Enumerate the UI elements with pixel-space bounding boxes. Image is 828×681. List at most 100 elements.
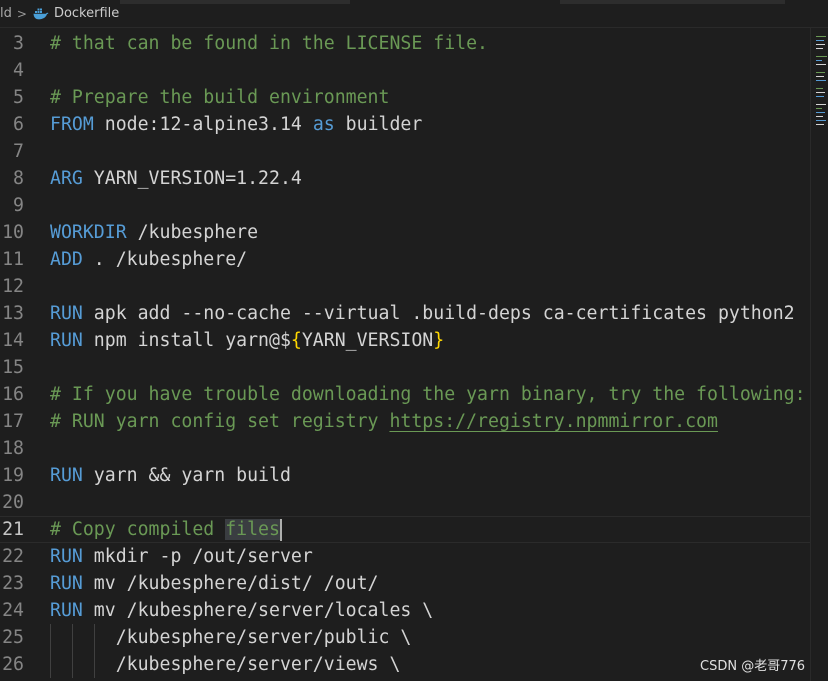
comment: # RUN yarn config set registry: [50, 411, 390, 432]
code-line[interactable]: 8 ARG YARN_VERSION=1.22.4: [0, 165, 810, 192]
breadcrumb-parent-folder[interactable]: ld: [0, 6, 12, 21]
minimap-line: [816, 72, 825, 73]
comment: # that can be found in the LICENSE file.: [50, 33, 488, 54]
indent-guide: [94, 651, 95, 678]
line-number: 21: [2, 519, 24, 540]
code-line[interactable]: 14 RUN npm install yarn@${YARN_VERSION}: [0, 327, 810, 354]
code-token: node:12-alpine3.14: [93, 114, 313, 135]
line-number: 8: [13, 168, 24, 189]
code-token: npm install yarn@$: [82, 330, 291, 351]
code-line[interactable]: 12: [0, 273, 810, 300]
code-token: YARN_VERSION: [301, 330, 434, 351]
selected-text: files: [225, 519, 280, 540]
code-token: mkdir -p /out/server: [82, 546, 313, 567]
line-number: 23: [2, 573, 24, 594]
line-number: 11: [2, 249, 24, 270]
code-text: RUN mv /kubesphere/server/locales \: [50, 597, 433, 624]
minimap-line: [816, 96, 824, 97]
minimap-line: [816, 112, 825, 113]
code-text: RUN npm install yarn@${YARN_VERSION}: [50, 327, 444, 354]
code-line[interactable]: 4: [0, 57, 810, 84]
url-link[interactable]: https://registry.npmmirror.com: [389, 411, 718, 432]
minimap-line: [816, 40, 824, 41]
line-number: 17: [2, 411, 24, 432]
line-number: 18: [2, 438, 24, 459]
keyword: RUN: [50, 303, 83, 324]
code-text: RUN mv /kubesphere/dist/ /out/: [50, 570, 379, 597]
watermark: CSDN @老哥776: [700, 659, 806, 674]
code-line[interactable]: 22 RUN mkdir -p /out/server: [0, 543, 810, 570]
code-token: builder: [334, 114, 423, 135]
line-number: 25: [2, 627, 24, 648]
line-number: 4: [13, 60, 24, 81]
keyword: RUN: [50, 600, 83, 621]
code-editor[interactable]: 3 # that can be found in the LICENSE file…: [0, 28, 810, 681]
line-number: 20: [2, 492, 24, 513]
code-line[interactable]: 21 # Copy compiled files: [0, 516, 810, 543]
code-token: /kubesphere/server/views \: [50, 654, 401, 675]
minimap-line: [816, 44, 825, 45]
code-token: mv /kubesphere/server/locales \: [82, 600, 434, 621]
tab-strip-edge: [120, 0, 350, 4]
line-number: 15: [2, 357, 24, 378]
line-number: 22: [2, 546, 24, 567]
minimap-line: [816, 64, 826, 65]
code-line[interactable]: 17 # RUN yarn config set registry https:/…: [0, 408, 810, 435]
code-token: /kubesphere/server/public \: [50, 627, 412, 648]
bracket: }: [433, 330, 445, 351]
minimap-line: [816, 60, 822, 61]
code-line[interactable]: 3 # that can be found in the LICENSE file…: [0, 30, 810, 57]
bracket: {: [290, 330, 302, 351]
minimap-line: [816, 48, 823, 49]
code-text: # that can be found in the LICENSE file.: [50, 30, 488, 57]
minimap-line: [816, 124, 824, 125]
comment: # Prepare the build environment: [50, 87, 390, 108]
code-text: # RUN yarn config set registry https://r…: [50, 408, 718, 435]
code-text: # Copy compiled files: [50, 517, 282, 542]
keyword: RUN: [50, 330, 83, 351]
code-line[interactable]: 24 RUN mv /kubesphere/server/locales \: [0, 597, 810, 624]
line-number: 26: [2, 654, 24, 675]
code-text: FROM node:12-alpine3.14 as builder: [50, 111, 422, 138]
text-cursor: [279, 519, 282, 541]
code-line[interactable]: 11 ADD . /kubesphere/: [0, 246, 810, 273]
line-number: 12: [2, 276, 24, 297]
code-line[interactable]: 23 RUN mv /kubesphere/dist/ /out/: [0, 570, 810, 597]
code-line[interactable]: 5 # Prepare the build environment: [0, 84, 810, 111]
code-line[interactable]: 7: [0, 138, 810, 165]
minimap-line: [816, 120, 826, 121]
code-line[interactable]: 9: [0, 192, 810, 219]
minimap[interactable]: [810, 28, 828, 681]
code-text: /kubesphere/server/views \: [50, 651, 401, 678]
code-token: apk add --no-cache --virtual .build-deps…: [82, 303, 795, 324]
chevron-right-icon: >: [16, 6, 27, 21]
keyword: RUN: [50, 573, 83, 594]
code-text: WORKDIR /kubesphere: [50, 219, 258, 246]
code-line[interactable]: 18: [0, 435, 810, 462]
code-line[interactable]: 25 /kubesphere/server/public \: [0, 624, 810, 651]
indent-guide: [72, 651, 73, 678]
code-token: yarn && yarn build: [82, 465, 291, 486]
code-text: RUN mkdir -p /out/server: [50, 543, 313, 570]
code-line[interactable]: 26 /kubesphere/server/views \: [0, 651, 810, 678]
keyword: RUN: [50, 546, 83, 567]
code-line[interactable]: 20: [0, 489, 810, 516]
keyword: FROM: [50, 114, 94, 135]
minimap-line: [816, 104, 826, 105]
code-text: ADD . /kubesphere/: [50, 246, 247, 273]
code-text: # If you have trouble downloading the ya…: [50, 381, 806, 408]
code-line[interactable]: 6 FROM node:12-alpine3.14 as builder: [0, 111, 810, 138]
code-line[interactable]: 15: [0, 354, 810, 381]
code-line[interactable]: 13 RUN apk add --no-cache --virtual .buil…: [0, 300, 810, 327]
code-line[interactable]: 10 WORKDIR /kubesphere: [0, 219, 810, 246]
line-number: 6: [13, 114, 24, 135]
code-line[interactable]: 16 # If you have trouble downloading the …: [0, 381, 810, 408]
line-number: 7: [13, 141, 24, 162]
line-number: 13: [2, 303, 24, 324]
minimap-line: [816, 92, 825, 93]
code-token: YARN_VERSION=1.22.4: [82, 168, 302, 189]
code-line[interactable]: 19 RUN yarn && yarn build: [0, 462, 810, 489]
comment: # Copy compiled: [50, 519, 226, 540]
breadcrumb-file-name[interactable]: Dockerfile: [54, 6, 119, 21]
line-number: 5: [13, 87, 24, 108]
